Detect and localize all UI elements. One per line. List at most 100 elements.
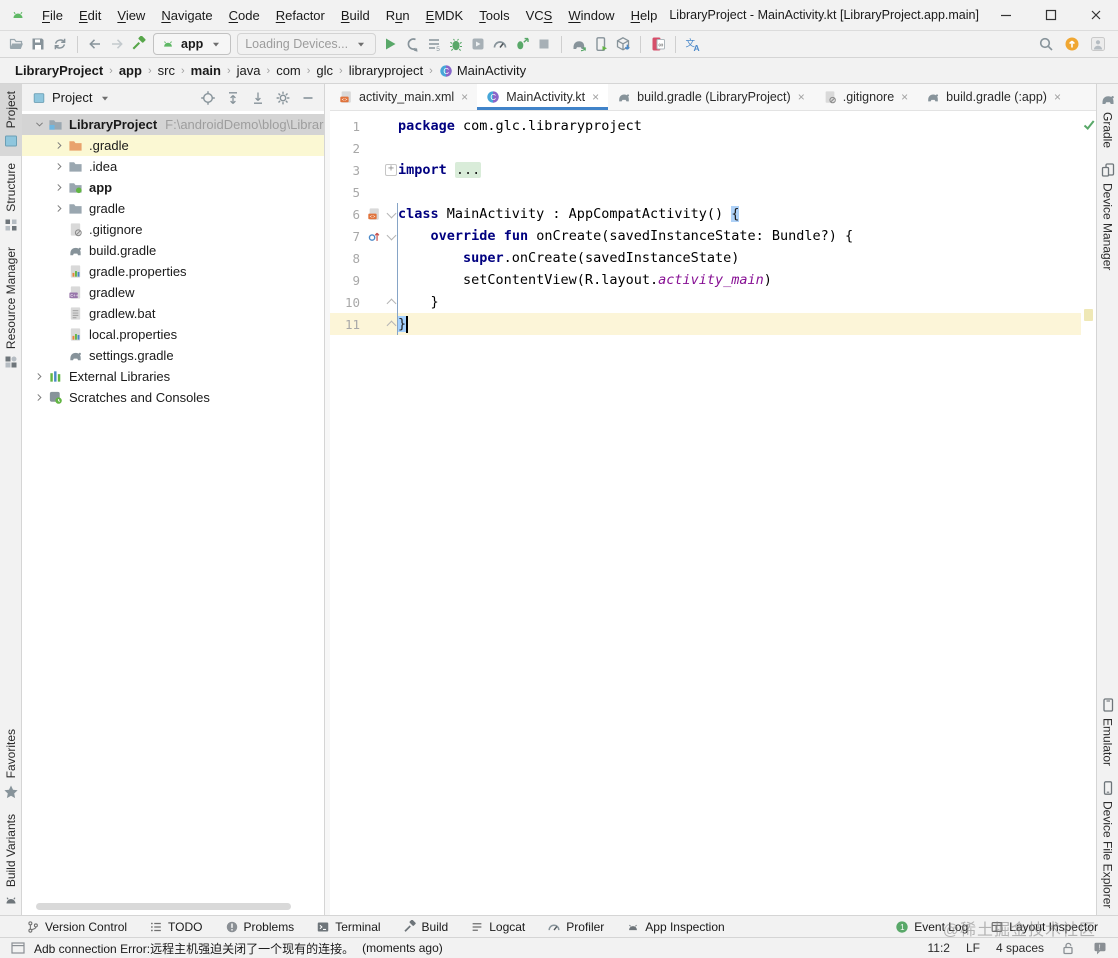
- layout-gutter-icon[interactable]: <>: [364, 207, 384, 221]
- menu-view[interactable]: View: [109, 3, 153, 28]
- editor-tab-activity-main-xml[interactable]: <> activity_main.xml ×: [330, 84, 477, 110]
- tool-window-button-logcat[interactable]: Logcat: [470, 920, 525, 934]
- stop-icon[interactable]: [536, 36, 552, 52]
- strip-item-favorites[interactable]: Favorites: [0, 722, 22, 806]
- back-icon[interactable]: [87, 36, 103, 52]
- editor-tab--gitignore[interactable]: .gitignore ×: [814, 84, 917, 110]
- code-area[interactable]: 1 package com.glc.libraryproject 2 3 import …: [330, 111, 1081, 915]
- close-button[interactable]: [1073, 0, 1118, 30]
- layout-inspector-icon[interactable]: ∞: [650, 36, 666, 52]
- tool-window-button-build[interactable]: Build: [403, 919, 448, 934]
- tree-chevron[interactable]: [30, 371, 48, 382]
- tree-row-local-properties[interactable]: local.properties: [22, 324, 324, 345]
- tree-chevron[interactable]: [30, 119, 48, 130]
- profile-avatar-icon[interactable]: [1090, 36, 1106, 52]
- strip-item-emulator[interactable]: Emulator: [1097, 690, 1118, 773]
- tool-window-button-version-control[interactable]: Version Control: [26, 920, 127, 934]
- strip-item-device-file-explorer[interactable]: Device File Explorer: [1097, 773, 1118, 915]
- tree-row-gradlew-bat[interactable]: gradlew.bat: [22, 303, 324, 324]
- menu-code[interactable]: Code: [221, 3, 268, 28]
- horizontal-scrollbar[interactable]: [36, 903, 291, 910]
- notification-icon[interactable]: !: [1092, 940, 1108, 956]
- breadcrumb-item-libraryproject[interactable]: LibraryProject: [12, 61, 106, 80]
- editor-tab-build-gradle-app-[interactable]: build.gradle (:app) ×: [917, 84, 1070, 110]
- menu-refactor[interactable]: Refactor: [268, 3, 333, 28]
- code-line-2[interactable]: 2: [330, 137, 1081, 159]
- save-all-icon[interactable]: [30, 36, 46, 52]
- code-line-10[interactable]: 10 }: [330, 291, 1081, 313]
- breadcrumb-item-libraryproject[interactable]: libraryproject: [346, 61, 426, 80]
- tree-chevron[interactable]: [50, 140, 68, 151]
- strip-item-structure[interactable]: Structure: [0, 156, 22, 240]
- tree-row-build-gradle[interactable]: build.gradle: [22, 240, 324, 261]
- tool-window-button-app-inspection[interactable]: App Inspection: [626, 920, 725, 934]
- code-line-8[interactable]: 8 super.onCreate(savedInstanceState): [330, 247, 1081, 269]
- menu-build[interactable]: Build: [333, 3, 378, 28]
- override-gutter-icon[interactable]: [364, 229, 384, 243]
- fold-marker[interactable]: [384, 320, 398, 329]
- line-separator[interactable]: LF: [966, 941, 980, 955]
- translate-icon[interactable]: 文A: [685, 36, 701, 53]
- tree-chevron[interactable]: [50, 161, 68, 172]
- device-manager-icon[interactable]: [593, 36, 609, 52]
- code-editor[interactable]: 1 package com.glc.libraryproject 2 3 import …: [330, 111, 1096, 915]
- tool-window-button-layout-inspector[interactable]: Layout Inspector: [990, 920, 1098, 934]
- hide-panel-icon[interactable]: [300, 90, 316, 106]
- search-everywhere-icon[interactable]: [1038, 36, 1054, 52]
- menu-file[interactable]: File: [34, 3, 71, 28]
- run-with-coverage-icon[interactable]: 5: [426, 36, 442, 52]
- code-line-1[interactable]: 1 package com.glc.libraryproject: [330, 115, 1081, 137]
- project-view-selector[interactable]: Project: [28, 88, 116, 107]
- maximize-button[interactable]: [1028, 0, 1073, 30]
- menu-edit[interactable]: Edit: [71, 3, 109, 28]
- stripe-mark[interactable]: [1084, 309, 1093, 321]
- code-line-5[interactable]: 5: [330, 181, 1081, 203]
- strip-item-project[interactable]: Project: [0, 84, 22, 157]
- breadcrumb-item-app[interactable]: app: [116, 61, 145, 80]
- tree-row--idea[interactable]: .idea: [22, 156, 324, 177]
- editor-tab-mainactivity-kt[interactable]: C MainActivity.kt ×: [477, 84, 609, 110]
- breadcrumb-item-glc[interactable]: glc: [313, 61, 336, 80]
- sdk-manager-icon[interactable]: [615, 36, 631, 52]
- indent-setting[interactable]: 4 spaces: [996, 941, 1044, 955]
- tab-close-icon[interactable]: ×: [798, 90, 805, 104]
- build-hammer-icon[interactable]: [131, 36, 147, 52]
- profiler-icon[interactable]: [492, 36, 508, 52]
- fold-marker[interactable]: [384, 164, 398, 176]
- sync-icon[interactable]: [52, 36, 68, 52]
- tree-chevron[interactable]: [50, 203, 68, 214]
- strip-item-build-variants[interactable]: Build Variants: [0, 807, 22, 915]
- forward-icon[interactable]: [109, 36, 125, 52]
- menu-run[interactable]: Run: [378, 3, 418, 28]
- tree-row-scratches-and-consoles[interactable]: Scratches and Consoles: [22, 387, 324, 408]
- tab-close-icon[interactable]: ×: [461, 90, 468, 104]
- tool-window-button-terminal[interactable]: Terminal: [316, 920, 381, 934]
- menu-vcs[interactable]: VCS: [518, 3, 561, 28]
- strip-item-resource-manager[interactable]: Resource Manager: [0, 240, 22, 377]
- tree-row--gitignore[interactable]: .gitignore: [22, 219, 324, 240]
- tool-window-button-todo[interactable]: TODO: [149, 920, 203, 934]
- breadcrumb-item-java[interactable]: java: [234, 61, 264, 80]
- tree-chevron[interactable]: [50, 182, 68, 193]
- tab-close-icon[interactable]: ×: [1054, 90, 1061, 104]
- menu-window[interactable]: Window: [560, 3, 622, 28]
- breadcrumb-item-src[interactable]: src: [155, 61, 178, 80]
- tool-window-button-profiler[interactable]: Profiler: [547, 920, 604, 934]
- expand-all-icon[interactable]: [225, 90, 241, 106]
- fold-marker[interactable]: [384, 234, 398, 239]
- tab-close-icon[interactable]: ×: [901, 90, 908, 104]
- menu-navigate[interactable]: Navigate: [153, 3, 220, 28]
- strip-item-gradle[interactable]: Gradle: [1097, 84, 1118, 155]
- collapse-all-icon[interactable]: [250, 90, 266, 106]
- attach-debugger-icon[interactable]: [404, 36, 420, 52]
- code-line-7[interactable]: 7 override fun onCreate(savedInstanceSta…: [330, 225, 1081, 247]
- strip-item-device-manager[interactable]: Device Manager: [1097, 155, 1118, 277]
- tree-row-libraryproject[interactable]: LibraryProject F:\androidDemo\blog\Librar: [22, 114, 324, 135]
- code-line-3[interactable]: 3 import ...: [330, 159, 1081, 181]
- gradle-sync-icon[interactable]: [571, 36, 587, 52]
- editor-tab-build-gradle-libraryproject-[interactable]: build.gradle (LibraryProject) ×: [608, 84, 814, 110]
- code-line-9[interactable]: 9 setContentView(R.layout.activity_main): [330, 269, 1081, 291]
- debug-icon[interactable]: [448, 36, 464, 52]
- caret-position[interactable]: 11:2: [927, 941, 949, 955]
- tab-close-icon[interactable]: ×: [592, 90, 599, 104]
